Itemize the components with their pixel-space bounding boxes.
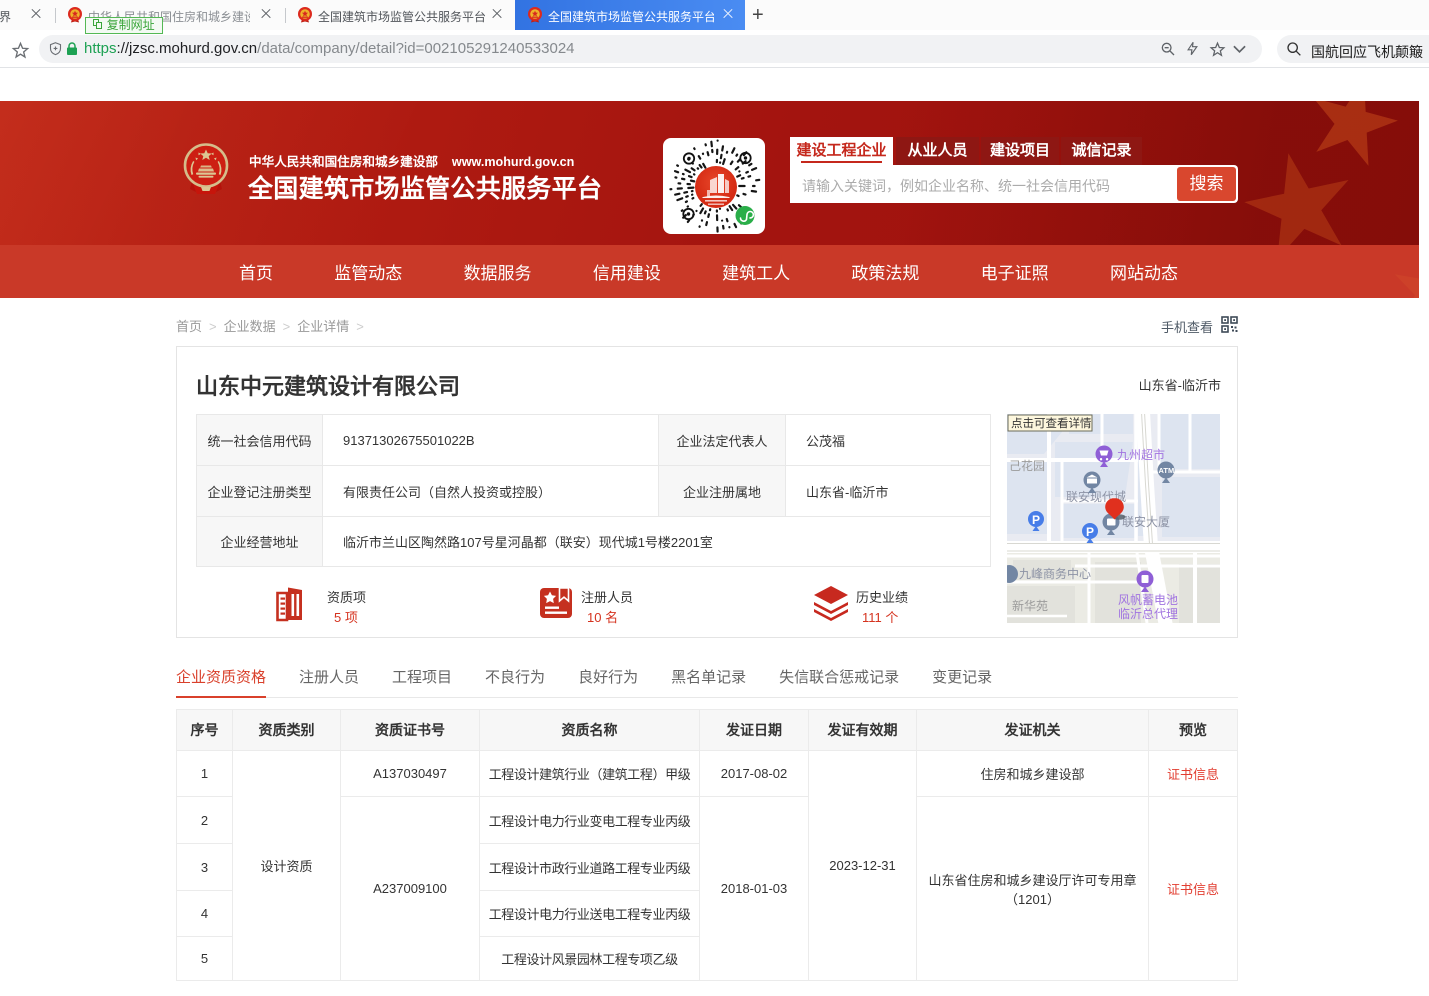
svg-text:ATM: ATM — [1159, 466, 1175, 475]
svg-text:联安大厦: 联安大厦 — [1122, 514, 1170, 529]
svg-text:点击可查看详情: 点击可查看详情 — [1011, 416, 1092, 430]
svg-text:P: P — [1032, 513, 1040, 527]
svg-text:P: P — [1086, 525, 1094, 539]
svg-text:临沂总代理: 临沂总代理 — [1118, 607, 1178, 621]
svg-text:己花园: 己花园 — [1009, 458, 1045, 473]
svg-text:九州超市: 九州超市 — [1117, 447, 1165, 462]
svg-text:风帆蓄电池: 风帆蓄电池 — [1118, 592, 1178, 607]
svg-text:九峰商务中心: 九峰商务中心 — [1019, 566, 1091, 581]
svg-text:新华苑: 新华苑 — [1012, 598, 1048, 613]
